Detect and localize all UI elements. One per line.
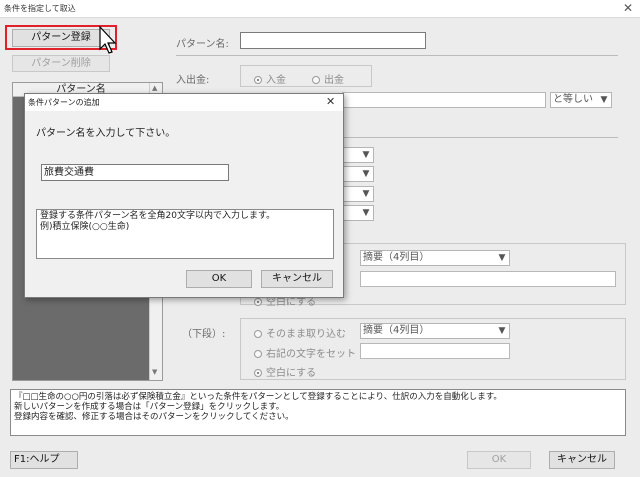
chevron-down-icon: ▼ <box>362 169 370 179</box>
dialog-ok-button[interactable]: OK <box>186 270 252 288</box>
radio-withdrawal[interactable]: 出金 <box>312 71 344 86</box>
amount-condition-input[interactable] <box>342 92 546 108</box>
info-line: 登録内容を確認、修正する場合はそのパターンをクリックしてください。 <box>14 412 294 422</box>
chevron-down-icon: ▼ <box>362 189 370 199</box>
info-description: 『□□生命の○○円の引落は必ず保険積立金』といった条件をパターンとして登録するこ… <box>10 389 626 436</box>
radio-deposit[interactable]: 入金 <box>254 71 286 86</box>
dialog-cancel-button[interactable]: キャンセル <box>261 270 333 288</box>
scroll-down-icon[interactable]: ▼ <box>152 368 157 376</box>
scroll-up-icon[interactable]: ▲ <box>152 84 157 92</box>
dialog-title: 条件パターンの追加 <box>28 98 100 107</box>
dialog-help-line: 例)積立保険(○○生命) <box>40 222 130 232</box>
lower-radio-blank-dot <box>254 369 262 377</box>
lower-radio-blank[interactable]: 空白にする <box>254 364 316 379</box>
lower-radio-set-text-dot <box>254 350 262 358</box>
ok-button[interactable]: OK <box>467 451 531 469</box>
dialog-help-line: 登録する条件パターン名を全角20文字以内で入力します。 <box>40 211 276 221</box>
window-title: 条件を指定して取込 <box>4 4 76 13</box>
dialog-title-bar: 条件パターンの追加 ✕ <box>25 94 343 111</box>
add-pattern-dialog: 条件パターンの追加 ✕ パターン名を入力して下さい。 旅費交通費 登録する条件パ… <box>24 93 344 298</box>
radio-deposit-dot <box>254 76 262 84</box>
pattern-name-input[interactable] <box>240 32 426 49</box>
condition-select-4[interactable]: ▼ <box>342 205 374 221</box>
separator-middle <box>344 137 618 138</box>
lower-column-select[interactable]: 摘要（4列目） ▼ <box>360 323 510 339</box>
pattern-name-label: パターン名: <box>176 39 229 50</box>
window-close-icon[interactable]: ✕ <box>621 1 635 15</box>
condition-select-2[interactable]: ▼ <box>342 166 374 182</box>
condition-select-1[interactable]: ▼ <box>342 147 374 163</box>
lower-section-label: （下段）: <box>182 329 226 340</box>
upper-column-select[interactable]: 摘要（4列目） ▼ <box>360 250 510 266</box>
upper-radio-blank-dot <box>254 298 262 306</box>
pattern-name-dialog-input[interactable]: 旅費交通費 <box>41 164 229 181</box>
lower-radio-as-is[interactable]: そのまま取り込む <box>254 325 346 340</box>
upper-set-text-input[interactable] <box>360 271 616 287</box>
dialog-close-icon[interactable]: ✕ <box>326 95 335 108</box>
chevron-down-icon: ▼ <box>362 208 370 218</box>
info-line: 『□□生命の○○円の引落は必ず保険積立金』といった条件をパターンとして登録するこ… <box>14 392 502 402</box>
dialog-prompt: パターン名を入力して下さい。 <box>36 128 176 139</box>
lower-radio-as-is-dot <box>254 330 262 338</box>
chevron-down-icon: ▼ <box>600 95 608 105</box>
in-out-label: 入出金: <box>176 75 210 86</box>
delete-pattern-button[interactable]: パターン削除 <box>12 55 110 72</box>
info-line: 新しいパターンを作成する場合は「パターン登録」をクリックします。 <box>14 402 285 412</box>
separator-top <box>176 55 618 56</box>
chevron-down-icon: ▼ <box>362 150 370 160</box>
chevron-down-icon: ▼ <box>498 253 506 263</box>
register-pattern-button[interactable]: パターン登録 <box>12 29 110 47</box>
cancel-button[interactable]: キャンセル <box>549 451 615 469</box>
dialog-help-text: 登録する条件パターン名を全角20文字以内で入力します。 例)積立保険(○○生命) <box>36 209 334 259</box>
condition-select-3[interactable]: ▼ <box>342 186 374 202</box>
compare-select[interactable]: と等しい ▼ <box>550 92 612 108</box>
window-title-bar: 条件を指定して取込 ✕ <box>0 0 640 18</box>
help-button[interactable]: F1:ヘルプ <box>10 451 78 469</box>
lower-set-text-input[interactable] <box>360 343 510 359</box>
mouse-cursor-icon <box>99 25 117 54</box>
lower-radio-set-text[interactable]: 右記の文字をセット <box>254 345 356 360</box>
chevron-down-icon: ▼ <box>498 326 506 336</box>
radio-withdrawal-dot <box>312 76 320 84</box>
